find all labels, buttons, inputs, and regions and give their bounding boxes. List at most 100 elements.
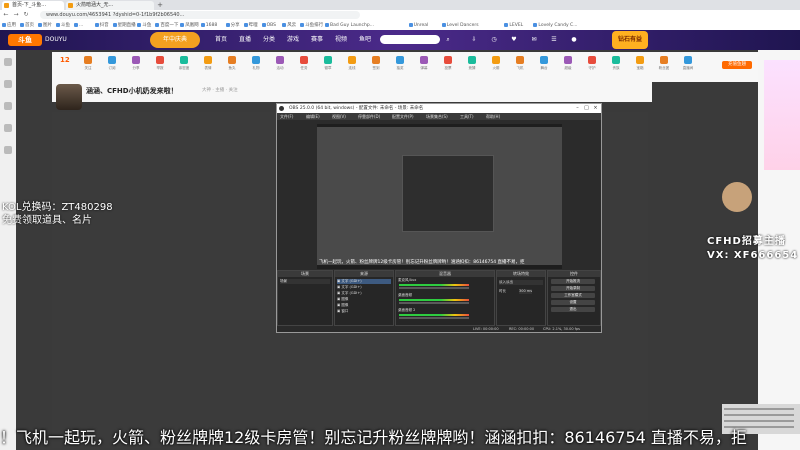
back-arrow-icon[interactable]: ←: [2, 11, 10, 19]
bookmark-item[interactable]: 百度一下: [155, 22, 178, 29]
room-tool-item[interactable]: 粉丝团: [656, 56, 672, 74]
obs-menu-item[interactable]: 帮助(H): [486, 113, 500, 120]
room-tool-item[interactable]: 火箭: [488, 56, 504, 74]
category-icon[interactable]: [4, 102, 12, 110]
room-tool-item[interactable]: 礼物: [248, 56, 264, 74]
obs-menu-item[interactable]: 停靠部件(D): [358, 113, 380, 120]
event-badge[interactable]: 年中庆典: [150, 32, 200, 48]
live-icon[interactable]: [4, 80, 12, 88]
obs-menu-item[interactable]: 工具(T): [460, 113, 474, 120]
bookmark-item[interactable]: Bad Guy Launchp...: [325, 22, 374, 29]
minimize-icon[interactable]: –: [573, 104, 582, 113]
nav-item[interactable]: 分类: [263, 36, 275, 44]
download-icon[interactable]: ⇩: [470, 36, 478, 44]
avatar-icon[interactable]: ●: [570, 36, 578, 44]
bookmark-item[interactable]: 风云: [282, 22, 296, 29]
bookmark-item[interactable]: 哔哩: [244, 22, 258, 29]
home-icon[interactable]: [4, 58, 12, 66]
match-icon[interactable]: [4, 146, 12, 154]
bookmark-item[interactable]: 1688: [201, 22, 217, 29]
scene-item[interactable]: 场景: [280, 279, 330, 284]
bookmark-item[interactable]: 凤凰网: [180, 22, 199, 29]
search-icon[interactable]: ⌕: [444, 36, 452, 44]
room-tool-item[interactable]: 竞猜: [464, 56, 480, 74]
anchor-avatar[interactable]: [56, 84, 82, 110]
source-item[interactable]: ▣ 图像: [337, 303, 391, 308]
reload-icon[interactable]: ↻: [22, 11, 30, 19]
room-tool-item[interactable]: 超级: [560, 56, 576, 74]
bookmark-item[interactable]: Level Dancers: [442, 22, 479, 29]
room-tool-item[interactable]: 表情: [200, 56, 216, 74]
room-tool-item[interactable]: 亲密度: [176, 56, 192, 74]
volume-slider[interactable]: [399, 287, 469, 289]
tab-stream-room[interactable]: 火箭暗涵大_无...: [66, 1, 154, 10]
douyu-logo[interactable]: 斗鱼: [8, 34, 42, 46]
bookmark-item[interactable]: 斗鱼: [56, 22, 70, 29]
close-icon[interactable]: ×: [591, 104, 600, 113]
obs-control-button[interactable]: 工作室模式: [551, 293, 595, 298]
recharge-button[interactable]: 充值鱼翅: [722, 61, 752, 69]
transition-select[interactable]: 淡入淡出: [499, 280, 543, 285]
bookmark-item[interactable]: 星期直播: [113, 22, 136, 29]
room-tool-item[interactable]: 鱼丸: [224, 56, 240, 74]
volume-slider[interactable]: [399, 302, 469, 304]
maximize-icon[interactable]: □: [582, 104, 591, 113]
obs-menu-item[interactable]: 配置文件(P): [392, 113, 414, 120]
room-tool-item[interactable]: 分享: [128, 56, 144, 74]
promo-banner[interactable]: 钻石有益: [612, 31, 648, 49]
obs-control-button[interactable]: 开始录制: [551, 286, 595, 291]
follow-icon[interactable]: ♥: [510, 36, 518, 44]
task-icon[interactable]: ☰: [550, 36, 558, 44]
obs-menu-item[interactable]: 文件(F): [280, 113, 293, 120]
new-tab-plus-icon[interactable]: +: [156, 0, 164, 10]
tab-douyu-home[interactable]: 首页-下_斗鱼...: [2, 1, 64, 10]
nav-item[interactable]: 鱼乐: [383, 36, 395, 44]
duration-input[interactable]: 300 ms: [519, 289, 533, 294]
room-tool-item[interactable]: 宝箱: [632, 56, 648, 74]
room-tool-item[interactable]: 活动: [272, 56, 288, 74]
nav-item[interactable]: 视频: [335, 36, 347, 44]
room-tool-item[interactable]: 订阅: [104, 56, 120, 74]
room-tool-item[interactable]: 飞机: [512, 56, 528, 74]
bookmark-item[interactable]: LEVEL: [504, 22, 523, 29]
room-tool-item[interactable]: 弹幕: [416, 56, 432, 74]
bookmark-item[interactable]: 斗鱼排行: [300, 22, 323, 29]
room-tool-item[interactable]: 守护: [584, 56, 600, 74]
forward-arrow-icon[interactable]: →: [12, 11, 20, 19]
source-item[interactable]: ▣ 文字 (GDI+): [337, 285, 391, 290]
source-item[interactable]: ▣ 文字 (GDI+): [337, 291, 391, 296]
obs-control-button[interactable]: 开始推流: [551, 279, 595, 284]
room-tool-item[interactable]: 舞台: [536, 56, 552, 74]
bookmark-item[interactable]: 抖音: [95, 22, 109, 29]
room-tool-item[interactable]: 任务: [296, 56, 312, 74]
bookmark-item[interactable]: 图片: [38, 22, 52, 29]
obs-preview[interactable]: [317, 124, 562, 269]
bookmark-item[interactable]: 分享: [226, 22, 240, 29]
room-tool-item[interactable]: 连线: [344, 56, 360, 74]
room-tool-item[interactable]: 贵族: [608, 56, 624, 74]
bookmark-item[interactable]: 斗鱼: [137, 22, 151, 29]
nav-item[interactable]: 游戏: [287, 36, 299, 44]
room-tool-item[interactable]: 签到: [368, 56, 384, 74]
message-icon[interactable]: ✉: [530, 36, 538, 44]
room-tool-item[interactable]: 关注: [80, 56, 96, 74]
source-item[interactable]: ▣ 窗口: [337, 309, 391, 314]
bookmark-item[interactable]: 应用: [2, 22, 16, 29]
room-tool-item[interactable]: 抽奖: [392, 56, 408, 74]
url-input[interactable]: www.douyu.com/4653941 ?dyshid=0-1f1b9f2b…: [40, 11, 360, 19]
bookmark-item[interactable]: OBS: [262, 22, 276, 29]
obs-menu-item[interactable]: 编辑(E): [306, 113, 320, 120]
obs-menu-item[interactable]: 场景集合(S): [426, 113, 448, 120]
source-item[interactable]: ▣ 图像: [337, 297, 391, 302]
event-banner[interactable]: [764, 60, 800, 170]
room-tool-item[interactable]: 投票: [440, 56, 456, 74]
bookmark-item[interactable]: ...: [74, 22, 83, 29]
obs-control-button[interactable]: 退出: [551, 307, 595, 312]
nav-item[interactable]: 赛事: [311, 36, 323, 44]
bookmark-item[interactable]: Unreal: [409, 22, 429, 29]
obs-control-button[interactable]: 设置: [551, 300, 595, 305]
room-tool-item[interactable]: 直播间: [680, 56, 696, 74]
history-icon[interactable]: ◷: [490, 36, 498, 44]
room-tool-item[interactable]: 徽章: [320, 56, 336, 74]
video-icon[interactable]: [4, 124, 12, 132]
